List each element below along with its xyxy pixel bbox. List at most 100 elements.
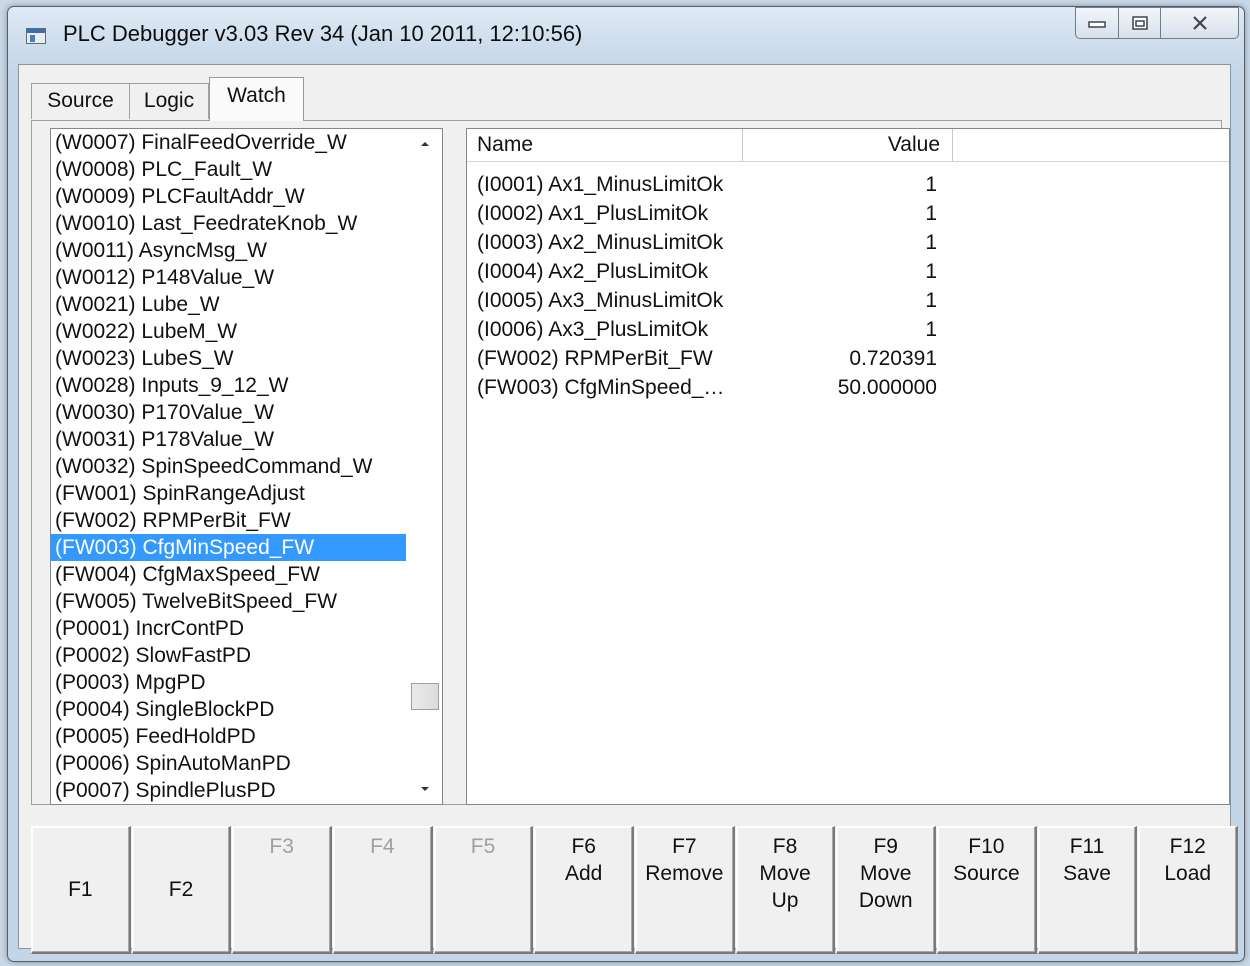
function-key-11[interactable]: F11 Save bbox=[1037, 826, 1138, 954]
function-key-bar: F1 F2 F3 F4 F5 F6 Add F7 Remove F8 Move Up F9 Move Dow… bbox=[31, 826, 1239, 954]
function-key-number: F7 bbox=[672, 835, 697, 858]
tab-source[interactable]: Source bbox=[31, 83, 130, 119]
watch-name-cell: (I0004) Ax2_PlusLimitOk bbox=[477, 260, 709, 283]
function-key-label: Add bbox=[565, 862, 603, 885]
watch-table-header: Name Value bbox=[467, 129, 1229, 162]
table-row[interactable]: (I0002) Ax1_PlusLimitOk 1 bbox=[467, 199, 1229, 228]
function-key-number: F4 bbox=[370, 835, 395, 858]
watch-value-cell: 1 bbox=[925, 202, 937, 225]
maximize-button[interactable] bbox=[1118, 7, 1160, 39]
table-row[interactable]: (I0003) Ax2_MinusLimitOk 1 bbox=[467, 228, 1229, 257]
column-header-value[interactable]: Value bbox=[743, 129, 953, 161]
tab-logic[interactable]: Logic bbox=[129, 83, 209, 119]
watch-value-cell: 1 bbox=[925, 289, 937, 312]
list-item[interactable]: (P0003) MpgPD bbox=[51, 669, 406, 696]
title-bar[interactable]: PLC Debugger v3.03 Rev 34 (Jan 10 2011, … bbox=[8, 7, 1244, 63]
scroll-up-arrow-icon bbox=[421, 142, 429, 146]
scroll-down-button[interactable] bbox=[408, 774, 442, 804]
client-area: Source Logic Watch (W0007) FinalFeedOver… bbox=[18, 64, 1239, 954]
function-key-10[interactable]: F10 Source bbox=[937, 826, 1037, 954]
watch-value-cell: 1 bbox=[925, 318, 937, 341]
table-row[interactable]: (I0001) Ax1_MinusLimitOk 1 bbox=[467, 170, 1229, 199]
watch-value-cell: 0.720391 bbox=[849, 347, 937, 370]
list-item[interactable]: (P0006) SpinAutoManPD bbox=[51, 750, 406, 777]
watch-name-cell: (I0005) Ax3_MinusLimitOk bbox=[477, 289, 724, 312]
plc-debugger-window: PLC Debugger v3.03 Rev 34 (Jan 10 2011, … bbox=[7, 6, 1245, 962]
list-item[interactable]: (W0012) P148Value_W bbox=[51, 264, 406, 291]
table-row[interactable]: (I0006) Ax3_PlusLimitOk 1 bbox=[467, 315, 1229, 344]
list-item[interactable]: (W0011) AsyncMsg_W bbox=[51, 237, 406, 264]
list-item[interactable]: (FW004) CfgMaxSpeed_FW bbox=[51, 561, 406, 588]
variable-list[interactable]: (W0007) FinalFeedOverride_W (W0008) PLC_F… bbox=[50, 128, 443, 805]
list-item[interactable]: (W0031) P178Value_W bbox=[51, 426, 406, 453]
minimize-button[interactable] bbox=[1075, 7, 1118, 39]
caption-buttons bbox=[1075, 7, 1239, 45]
list-item[interactable]: (FW001) SpinRangeAdjust bbox=[51, 480, 406, 507]
function-key-label: Source bbox=[953, 862, 1020, 885]
column-header-name[interactable]: Name bbox=[467, 129, 743, 161]
list-item[interactable]: (W0010) Last_FeedrateKnob_W bbox=[51, 210, 406, 237]
list-item[interactable]: (W0023) LubeS_W bbox=[51, 345, 406, 372]
list-item[interactable]: (W0022) LubeM_W bbox=[51, 318, 406, 345]
function-key-label: Up bbox=[771, 889, 799, 912]
list-item[interactable]: (FW002) RPMPerBit_FW bbox=[51, 507, 406, 534]
scrollbar-thumb[interactable] bbox=[411, 683, 439, 710]
list-item[interactable]: (W0009) PLCFaultAddr_W bbox=[51, 183, 406, 210]
list-item[interactable]: (FW005) TwelveBitSpeed_FW bbox=[51, 588, 406, 615]
function-key-number: F8 bbox=[772, 835, 798, 858]
function-key-label: Move bbox=[759, 862, 811, 885]
list-item[interactable]: (W0030) P170Value_W bbox=[51, 399, 406, 426]
function-key-7[interactable]: F7 Remove bbox=[635, 826, 735, 954]
list-item[interactable]: (W0007) FinalFeedOverride_W bbox=[51, 129, 406, 156]
function-key-label: Load bbox=[1164, 862, 1212, 885]
list-item[interactable]: (P0007) SpindlePlusPD bbox=[51, 777, 406, 804]
maximize-icon bbox=[1131, 16, 1148, 30]
watch-value-cell: 1 bbox=[925, 260, 937, 283]
function-key-number: F5 bbox=[470, 835, 496, 858]
function-key-12[interactable]: F12 Load bbox=[1138, 826, 1239, 954]
window-title: PLC Debugger v3.03 Rev 34 (Jan 10 2011, … bbox=[63, 21, 583, 46]
function-key-1[interactable]: F1 bbox=[31, 826, 131, 954]
table-row[interactable]: (FW002) RPMPerBit_FW 0.720391 bbox=[467, 344, 1229, 373]
watch-name-cell: (I0003) Ax2_MinusLimitOk bbox=[477, 231, 724, 254]
list-item[interactable]: (P0004) SingleBlockPD bbox=[51, 696, 406, 723]
watch-tab-panel: (W0007) FinalFeedOverride_W (W0008) PLC_F… bbox=[31, 120, 1230, 805]
column-header-empty[interactable] bbox=[953, 129, 1228, 161]
close-icon bbox=[1192, 16, 1207, 30]
function-key-4: F4 bbox=[333, 826, 433, 954]
close-button[interactable] bbox=[1160, 7, 1239, 39]
list-item[interactable]: (W0028) Inputs_9_12_W bbox=[51, 372, 406, 399]
function-key-9[interactable]: F9 Move Down bbox=[836, 826, 937, 954]
function-key-number: F6 bbox=[571, 835, 596, 858]
function-key-label: Remove bbox=[645, 862, 724, 885]
function-key-number: F9 bbox=[873, 835, 898, 858]
app-window-icon[interactable] bbox=[26, 28, 46, 44]
list-item[interactable]: (W0021) Lube_W bbox=[51, 291, 406, 318]
list-item[interactable]: (P0001) IncrContPD bbox=[51, 615, 406, 642]
list-item[interactable]: (FW003) CfgMinSpeed_FW bbox=[51, 534, 406, 561]
function-key-number: F3 bbox=[269, 835, 294, 858]
function-key-label: Move bbox=[860, 862, 912, 885]
list-item[interactable]: (W0032) SpinSpeedCommand_W bbox=[51, 453, 406, 480]
variable-list-items: (W0007) FinalFeedOverride_W (W0008) PLC_F… bbox=[51, 129, 406, 804]
table-row[interactable]: (I0005) Ax3_MinusLimitOk 1 bbox=[467, 286, 1229, 315]
watch-value-cell: 1 bbox=[925, 231, 937, 254]
function-key-8[interactable]: F8 Move Up bbox=[735, 826, 836, 954]
table-row[interactable]: (FW003) CfgMinSpeed_… 50.000000 bbox=[467, 373, 1229, 402]
watch-name-cell: (I0001) Ax1_MinusLimitOk bbox=[477, 173, 724, 196]
scroll-up-button[interactable] bbox=[408, 129, 442, 159]
function-key-2[interactable]: F2 bbox=[131, 826, 232, 954]
table-row[interactable]: (I0004) Ax2_PlusLimitOk 1 bbox=[467, 257, 1229, 286]
function-key-6[interactable]: F6 Add bbox=[534, 826, 635, 954]
function-key-number: F1 bbox=[68, 878, 93, 901]
function-key-label: Save bbox=[1063, 862, 1111, 885]
watch-table[interactable]: Name Value (I0001) Ax1_MinusLimitOk 1 (I00… bbox=[466, 128, 1230, 805]
tab-watch[interactable]: Watch bbox=[209, 77, 304, 121]
watch-value-cell: 1 bbox=[925, 173, 937, 196]
watch-value-cell: 50.000000 bbox=[837, 376, 937, 399]
vertical-scrollbar[interactable] bbox=[408, 129, 442, 804]
list-item[interactable]: (P0005) FeedHoldPD bbox=[51, 723, 406, 750]
list-item[interactable]: (P0002) SlowFastPD bbox=[51, 642, 406, 669]
list-item[interactable]: (W0008) PLC_Fault_W bbox=[51, 156, 406, 183]
function-key-number: F11 bbox=[1069, 835, 1105, 858]
